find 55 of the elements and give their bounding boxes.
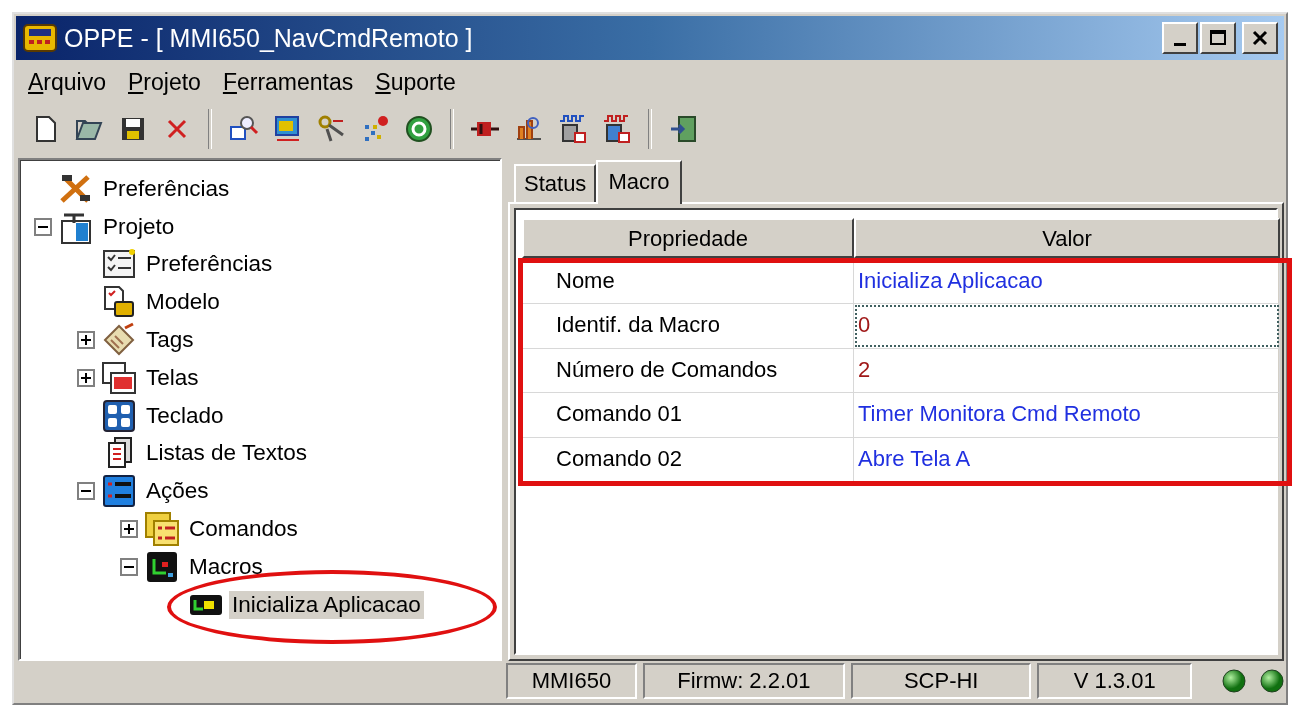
tree-item[interactable]: Listas de Textos: [143, 439, 310, 468]
wave-icon[interactable]: [601, 113, 633, 145]
maximize-button[interactable]: [1200, 22, 1236, 54]
tab[interactable]: Status: [514, 164, 597, 202]
menu-item[interactable]: Projeto: [122, 66, 215, 98]
property-cell: Comando 02: [522, 437, 854, 481]
tree-item[interactable]: Tags: [143, 326, 197, 355]
menu-item[interactable]: Arquivo: [22, 66, 120, 98]
tree-item[interactable]: Modelo: [143, 288, 223, 317]
screens-icon: [101, 359, 137, 396]
tree-item[interactable]: Telas: [143, 363, 202, 392]
close-button[interactable]: [1242, 22, 1278, 54]
menu-item[interactable]: Ferramentas: [216, 66, 368, 98]
property-cell: Comando 01: [522, 393, 854, 437]
property-cell: Número de Comandos: [522, 348, 854, 393]
tree-item[interactable]: Macros: [186, 552, 266, 581]
property-cell: Identif. da Macro: [522, 304, 854, 348]
tree-item[interactable]: Inicializa Aplicacao: [229, 590, 424, 619]
menu-item[interactable]: Suporte: [369, 66, 470, 98]
list-icon: [144, 511, 180, 548]
value-cell[interactable]: 0: [854, 304, 1280, 348]
maximize-icon: [1209, 29, 1227, 47]
column-header[interactable]: Propriedade: [522, 218, 854, 258]
tree-item[interactable]: Preferências: [100, 174, 233, 203]
app-icon: [22, 21, 58, 55]
keypad-icon: [101, 397, 137, 434]
tree-item[interactable]: Preferências: [143, 250, 276, 279]
value-cell[interactable]: Inicializa Aplicacao: [854, 260, 1280, 304]
tree-item[interactable]: Projeto: [100, 212, 178, 241]
expand-toggle[interactable]: [77, 368, 95, 387]
status-panel: SCP-HI: [851, 663, 1032, 699]
value-cell[interactable]: Timer Monitora Cmd Remoto: [854, 393, 1280, 437]
status-panel: V 1.3.01: [1037, 663, 1192, 699]
list-icon: [101, 473, 137, 510]
minimize-button[interactable]: [1162, 22, 1198, 54]
collapse-toggle[interactable]: [34, 217, 52, 236]
expand-toggle[interactable]: [120, 520, 138, 539]
property-cell: Nome: [522, 260, 854, 304]
wave-icon[interactable]: [557, 113, 589, 145]
status-panel: Firmw: 2.2.01: [642, 663, 845, 699]
tree-item[interactable]: Ações: [143, 477, 212, 506]
close-icon: [1251, 29, 1269, 47]
value-cell[interactable]: Abre Tela A: [854, 437, 1280, 481]
tree-item[interactable]: Teclado: [143, 401, 227, 430]
window-title: OPPE - [ MMI650_NavCmdRemoto ]: [64, 23, 474, 53]
collapse-toggle[interactable]: [77, 482, 95, 501]
collapse-toggle[interactable]: [120, 557, 138, 576]
refresh-icon[interactable]: [403, 113, 435, 145]
status-panel: MMI650: [506, 663, 637, 699]
minimize-icon: [1174, 42, 1186, 46]
tree-item[interactable]: Comandos: [186, 515, 301, 544]
tab[interactable]: Macro: [596, 160, 682, 204]
value-cell[interactable]: 2: [854, 348, 1280, 393]
expand-toggle[interactable]: [77, 331, 95, 350]
column-header[interactable]: Valor: [854, 218, 1280, 258]
